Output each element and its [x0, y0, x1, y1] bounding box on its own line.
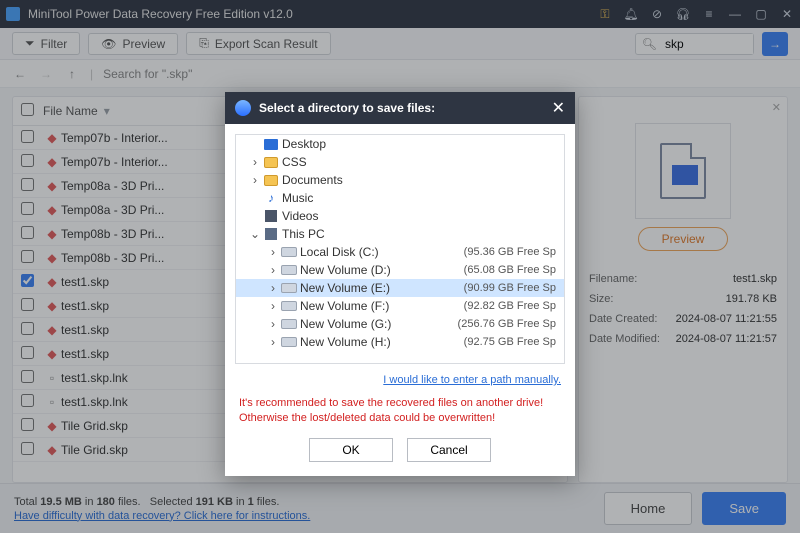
folder-icon	[262, 157, 280, 168]
chevron-icon[interactable]: ⌄	[248, 227, 262, 241]
tree-item[interactable]: › CSS	[236, 153, 564, 171]
tree-drive-item[interactable]: › New Volume (E:)(90.99 GB Free Sp	[236, 279, 564, 297]
save-dialog: Select a directory to save files: ✕ Desk…	[225, 92, 575, 476]
drive-free-space: (92.82 GB Free Sp	[464, 300, 560, 312]
chevron-icon[interactable]: ›	[266, 317, 280, 331]
chevron-icon[interactable]: ›	[266, 281, 280, 295]
pc-icon	[262, 228, 280, 240]
tree-item-label: New Volume (H:)	[298, 335, 464, 349]
dialog-ok-button[interactable]: OK	[309, 438, 393, 462]
tree-drive-item[interactable]: › New Volume (H:)(92.75 GB Free Sp	[236, 333, 564, 351]
drive-icon	[280, 301, 298, 311]
tree-item-label: This PC	[280, 227, 560, 241]
drive-icon	[280, 337, 298, 347]
drive-icon	[280, 319, 298, 329]
dialog-titlebar: Select a directory to save files: ✕	[225, 92, 575, 124]
tree-item-label: New Volume (D:)	[298, 263, 464, 277]
tree-drive-item[interactable]: › New Volume (F:)(92.82 GB Free Sp	[236, 297, 564, 315]
tree-item[interactable]: Videos	[236, 207, 564, 225]
dialog-icon	[235, 100, 251, 116]
chevron-icon[interactable]: ›	[248, 155, 262, 169]
directory-tree[interactable]: Desktop›CSS›Documents♪MusicVideos⌄This P…	[235, 134, 565, 364]
tree-item-label: Music	[280, 191, 560, 205]
dialog-close-icon[interactable]: ✕	[552, 98, 565, 118]
chevron-icon[interactable]: ›	[266, 263, 280, 277]
chevron-icon[interactable]: ›	[248, 173, 262, 187]
modal-overlay: Select a directory to save files: ✕ Desk…	[0, 0, 800, 533]
tree-drive-item[interactable]: › Local Disk (C:)(95.36 GB Free Sp	[236, 243, 564, 261]
drive-icon	[280, 247, 298, 257]
tree-item-label: New Volume (F:)	[298, 299, 464, 313]
drive-free-space: (65.08 GB Free Sp	[464, 264, 560, 276]
tree-item[interactable]: › Documents	[236, 171, 564, 189]
chevron-icon[interactable]: ›	[266, 335, 280, 349]
drive-free-space: (95.36 GB Free Sp	[464, 246, 560, 258]
drive-free-space: (256.76 GB Free Sp	[458, 318, 560, 330]
tree-drive-item[interactable]: › New Volume (G:)(256.76 GB Free Sp	[236, 315, 564, 333]
dialog-title: Select a directory to save files:	[259, 101, 552, 115]
tree-item[interactable]: ⌄ This PC	[236, 225, 564, 243]
tree-item-label: New Volume (G:)	[298, 317, 458, 331]
drive-free-space: (90.99 GB Free Sp	[464, 282, 560, 294]
dialog-cancel-button[interactable]: Cancel	[407, 438, 491, 462]
drive-icon	[280, 265, 298, 275]
chevron-icon[interactable]: ›	[266, 299, 280, 313]
tree-item-label: CSS	[280, 155, 560, 169]
tree-item[interactable]: ♪Music	[236, 189, 564, 207]
desktop-icon	[262, 139, 280, 150]
drive-free-space: (92.75 GB Free Sp	[464, 336, 560, 348]
folder-icon	[262, 175, 280, 186]
drive-icon	[280, 283, 298, 293]
music-icon: ♪	[262, 191, 280, 205]
chevron-icon[interactable]: ›	[266, 245, 280, 259]
tree-item[interactable]: Desktop	[236, 135, 564, 153]
tree-item-label: Videos	[280, 209, 560, 223]
tree-item-label: Local Disk (C:)	[298, 245, 464, 259]
tree-item-label: Desktop	[280, 137, 560, 151]
dialog-warning: It's recommended to save the recovered f…	[225, 390, 575, 428]
tree-drive-item[interactable]: › New Volume (D:)(65.08 GB Free Sp	[236, 261, 564, 279]
video-icon	[262, 210, 280, 222]
tree-item-label: Documents	[280, 173, 560, 187]
manual-path-link[interactable]: I would like to enter a path manually.	[225, 374, 575, 390]
tree-item-label: New Volume (E:)	[298, 281, 464, 295]
